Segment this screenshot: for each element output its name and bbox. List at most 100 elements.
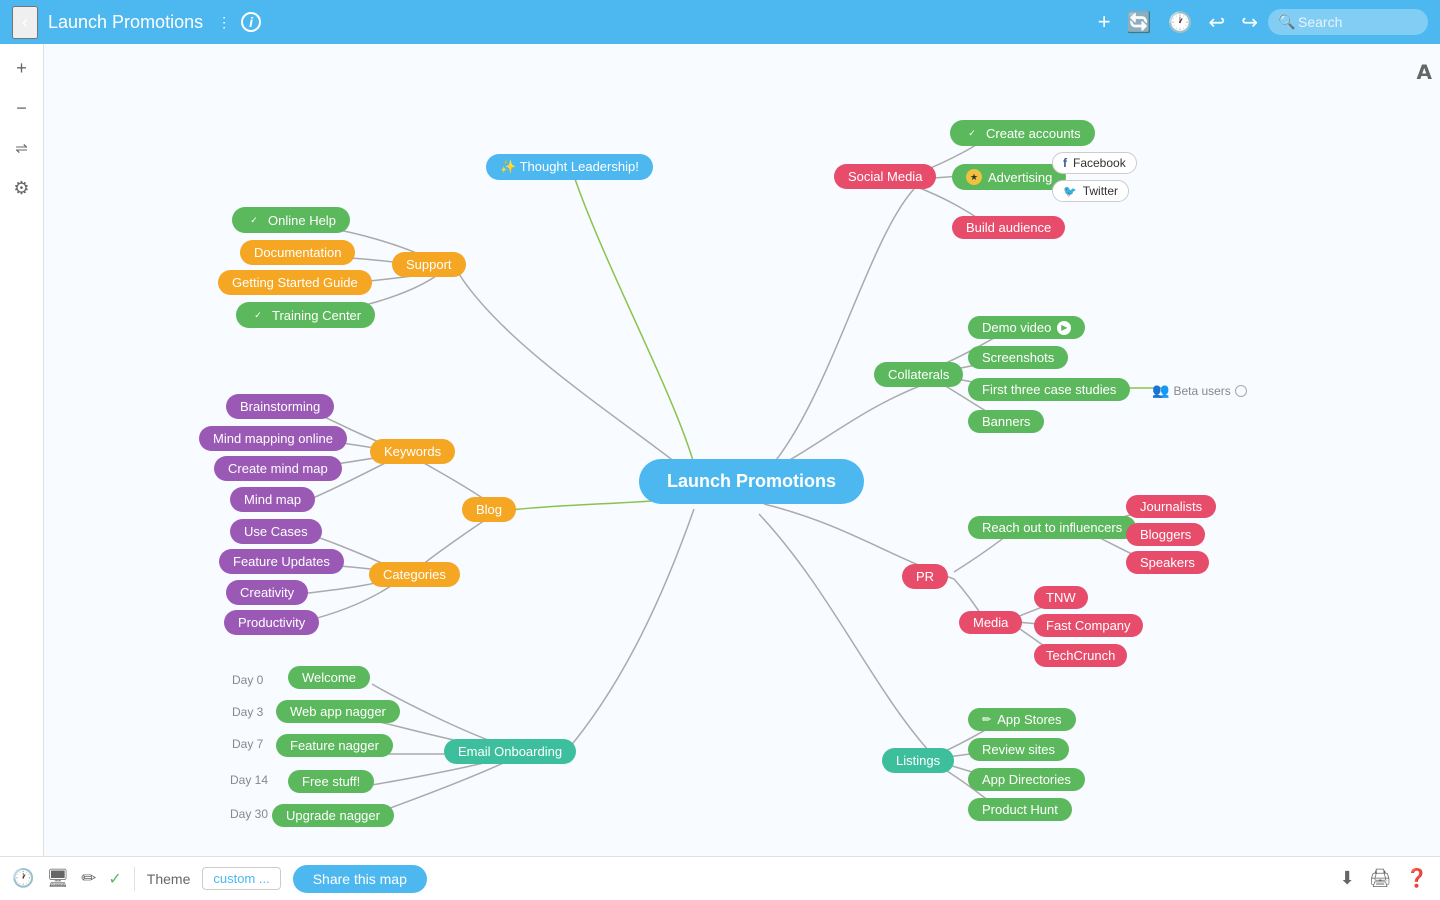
node-feature-nagger[interactable]: Feature nagger — [276, 734, 393, 757]
node-brainstorming[interactable]: Brainstorming — [226, 394, 334, 419]
font-size-button[interactable]: 𝗔 — [1417, 60, 1432, 85]
node-email-onboarding[interactable]: Email Onboarding — [444, 739, 576, 764]
node-categories[interactable]: Categories — [369, 562, 460, 587]
node-app-directories[interactable]: App Directories — [968, 768, 1085, 791]
node-label: Social Media — [848, 169, 922, 184]
help-icon[interactable]: ❓ — [1406, 868, 1428, 889]
node-screenshots[interactable]: Screenshots — [968, 346, 1068, 369]
checkmark-icon[interactable]: ✓ — [108, 869, 121, 889]
node-creativity[interactable]: Creativity — [226, 580, 308, 605]
node-label: Upgrade nagger — [286, 808, 380, 823]
pen-icon[interactable]: ✏ — [81, 868, 96, 889]
canvas: .conn { fill: none; stroke-width: 1.5; }… — [44, 44, 1440, 856]
node-fast-company[interactable]: Fast Company — [1034, 614, 1143, 637]
print-icon[interactable]: 🖨 — [1369, 868, 1392, 889]
info-icon[interactable]: i — [241, 12, 261, 32]
node-journalists[interactable]: Journalists — [1126, 495, 1216, 518]
node-banners[interactable]: Banners — [968, 410, 1044, 433]
node-label: Demo video — [982, 320, 1051, 335]
node-media[interactable]: Media — [959, 611, 1022, 634]
node-thought-leadership[interactable]: ✨ Thought Leadership! — [486, 154, 653, 180]
back-button[interactable]: ‹ — [12, 6, 38, 39]
settings-button[interactable]: ⚙ — [6, 172, 38, 204]
screen-icon[interactable]: 🖥 — [46, 868, 69, 889]
empty-circle-icon — [1235, 385, 1247, 397]
users-icon: 👥 — [1152, 382, 1169, 399]
node-training-center[interactable]: ✓ Training Center — [236, 302, 375, 328]
download-icon[interactable]: ⬇ — [1340, 868, 1355, 889]
node-label: Banners — [982, 414, 1030, 429]
node-listings[interactable]: Listings — [882, 748, 954, 773]
topbar: ‹ Launch Promotions ⋮ i + 🔄 🕐 ↩ ↪ 🔍 — [0, 0, 1440, 44]
node-mind-map[interactable]: Mind map — [230, 487, 315, 512]
theme-badge[interactable]: custom ... — [202, 867, 280, 890]
node-product-hunt[interactable]: Product Hunt — [968, 798, 1072, 821]
node-social-media[interactable]: Social Media — [834, 164, 936, 189]
node-label: Beta users — [1173, 384, 1230, 398]
zoom-in-button[interactable]: + — [6, 52, 38, 84]
node-techcrunch[interactable]: TechCrunch — [1034, 644, 1127, 667]
node-demo-video[interactable]: Demo video ▶ — [968, 316, 1085, 339]
collaborate-icon[interactable]: 🔄 — [1127, 10, 1152, 35]
node-tnw[interactable]: TNW — [1034, 586, 1088, 609]
node-label: App Directories — [982, 772, 1071, 787]
node-getting-started[interactable]: Getting Started Guide — [218, 270, 372, 295]
node-label: ✨ Thought Leadership! — [500, 159, 639, 175]
node-keywords[interactable]: Keywords — [370, 439, 455, 464]
node-label: Feature nagger — [290, 738, 379, 753]
node-label: Mind map — [244, 492, 301, 507]
search-wrapper: 🔍 — [1268, 9, 1428, 35]
node-collaterals[interactable]: Collaterals — [874, 362, 963, 387]
node-mind-mapping-online[interactable]: Mind mapping online — [199, 426, 347, 451]
center-node[interactable]: Launch Promotions — [639, 459, 864, 504]
node-label: Product Hunt — [982, 802, 1058, 817]
node-label: Build audience — [966, 220, 1051, 235]
node-first-three-case-studies[interactable]: First three case studies — [968, 378, 1130, 401]
node-label: Reach out to influencers — [982, 520, 1122, 535]
node-label: Journalists — [1140, 499, 1202, 514]
node-documentation[interactable]: Documentation — [240, 240, 355, 265]
zoom-out-button[interactable]: − — [6, 92, 38, 124]
node-welcome[interactable]: Welcome — [288, 666, 370, 689]
node-label: Mind mapping online — [213, 431, 333, 446]
add-node-icon[interactable]: + — [1098, 9, 1111, 35]
node-build-audience[interactable]: Build audience — [952, 216, 1065, 239]
node-upgrade-nagger[interactable]: Upgrade nagger — [272, 804, 394, 827]
node-reach-out[interactable]: Reach out to influencers — [968, 516, 1136, 539]
fb-icon: f — [1063, 156, 1067, 170]
fit-map-button[interactable]: ⇌ — [6, 132, 38, 164]
share-button[interactable]: Share this map — [293, 865, 427, 893]
node-speakers[interactable]: Speakers — [1126, 551, 1209, 574]
node-review-sites[interactable]: Review sites — [968, 738, 1069, 761]
history-icon[interactable]: 🕐 — [1168, 10, 1193, 35]
node-blog[interactable]: Blog — [462, 497, 516, 522]
node-use-cases[interactable]: Use Cases — [230, 519, 322, 544]
node-support[interactable]: Support — [392, 252, 466, 277]
history-bottom-icon[interactable]: 🕐 — [12, 868, 34, 889]
node-label: Free stuff! — [302, 774, 360, 789]
title-dropdown-icon[interactable]: ⋮ — [217, 14, 231, 31]
redo-icon[interactable]: ↪ — [1241, 10, 1258, 35]
node-free-stuff[interactable]: Free stuff! — [288, 770, 374, 793]
node-bloggers[interactable]: Bloggers — [1126, 523, 1205, 546]
node-facebook[interactable]: f Facebook — [1052, 152, 1137, 174]
node-label: Advertising — [988, 170, 1052, 185]
node-label: Listings — [896, 753, 940, 768]
undo-icon[interactable]: ↩ — [1208, 10, 1225, 35]
node-twitter[interactable]: 🐦 Twitter — [1052, 180, 1129, 202]
node-create-accounts[interactable]: ✓ Create accounts — [950, 120, 1095, 146]
node-web-app-nagger[interactable]: Web app nagger — [276, 700, 400, 723]
node-label: Create accounts — [986, 126, 1081, 141]
node-online-help[interactable]: ✓ Online Help — [232, 207, 350, 233]
node-label: Support — [406, 257, 452, 272]
node-advertising[interactable]: ★ Advertising — [952, 164, 1066, 190]
node-feature-updates[interactable]: Feature Updates — [219, 549, 344, 574]
node-app-stores[interactable]: ✏ App Stores — [968, 708, 1076, 731]
node-label: Media — [973, 615, 1008, 630]
node-pr[interactable]: PR — [902, 564, 948, 589]
node-label: Email Onboarding — [458, 744, 562, 759]
node-create-mind-map[interactable]: Create mind map — [214, 456, 342, 481]
node-label: Day 3 — [232, 705, 263, 719]
node-productivity[interactable]: Productivity — [224, 610, 319, 635]
bottom-right-icons: ⬇ 🖨 ❓ — [1340, 868, 1428, 889]
